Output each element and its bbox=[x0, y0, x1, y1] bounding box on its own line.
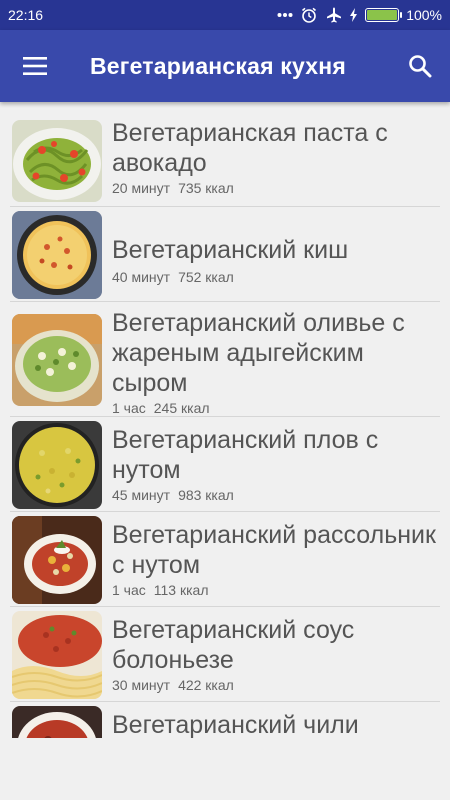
recipe-time: 1 час bbox=[112, 400, 146, 416]
recipe-thumbnail bbox=[12, 120, 102, 202]
recipe-thumbnail bbox=[12, 516, 102, 604]
recipe-title: Вегетарианская паста с авокадо bbox=[112, 119, 388, 177]
recipe-list-item[interactable]: Вегетарианская паста с авокадо 20 минут 7… bbox=[0, 102, 450, 206]
search-icon[interactable] bbox=[390, 30, 450, 102]
more-dots-icon bbox=[277, 12, 293, 18]
recipe-list-item[interactable]: Вегетарианский чили bbox=[0, 702, 450, 738]
recipe-calories: 245 ккал bbox=[153, 400, 210, 416]
charging-bolt-icon bbox=[350, 8, 358, 22]
recipe-calories: 983 ккал bbox=[178, 487, 234, 503]
recipe-meta: 40 минут 752 ккал bbox=[112, 269, 440, 285]
recipe-list-item[interactable]: Вегетарианский оливье с жареным адыгейск… bbox=[0, 302, 450, 416]
recipe-time: 45 минут bbox=[112, 487, 171, 503]
recipe-list-item[interactable]: Вегетарианский соус болоньезе 30 минут 42… bbox=[0, 607, 450, 701]
status-bar: 22:16 100% bbox=[0, 0, 450, 30]
recipe-meta: 1 час 113 ккал bbox=[112, 582, 440, 598]
app-bar: Вегетарианская кухня bbox=[0, 30, 450, 102]
recipe-calories: 735 ккал bbox=[178, 180, 234, 196]
recipe-time: 40 минут bbox=[112, 269, 171, 285]
recipe-title: Вегетарианский соус болоньезе bbox=[112, 616, 355, 674]
recipe-meta: 20 минут 735 ккал bbox=[112, 180, 440, 196]
recipe-time: 20 минут bbox=[112, 180, 171, 196]
recipe-time: 1 час bbox=[112, 582, 146, 598]
airplane-mode-icon bbox=[325, 6, 343, 24]
app-title: Вегетарианская кухня bbox=[90, 52, 346, 79]
battery-icon bbox=[365, 8, 403, 22]
recipe-calories: 422 ккал bbox=[178, 677, 234, 693]
recipe-thumbnail bbox=[12, 314, 102, 406]
recipe-title: Вегетарианский киш bbox=[112, 236, 349, 264]
recipe-time: 30 минут bbox=[112, 677, 171, 693]
recipe-thumbnail bbox=[12, 706, 102, 738]
recipe-title: Вегетарианский оливье с жареным адыгейск… bbox=[112, 309, 405, 397]
recipe-calories: 113 ккал bbox=[153, 582, 209, 598]
recipe-calories: 752 ккал bbox=[178, 269, 234, 285]
recipe-list-item[interactable]: Вегетарианский киш 40 минут 752 ккал bbox=[0, 207, 450, 301]
recipe-meta: 1 час 245 ккал bbox=[112, 400, 440, 416]
hamburger-menu-icon[interactable] bbox=[0, 30, 70, 102]
recipe-title: Вегетарианский рассольник с нутом bbox=[112, 521, 436, 579]
alarm-icon bbox=[300, 6, 318, 24]
recipe-thumbnail bbox=[12, 611, 102, 699]
recipe-thumbnail bbox=[12, 211, 102, 299]
recipe-list-item[interactable]: Вегетарианский рассольник с нутом 1 час 1… bbox=[0, 512, 450, 606]
recipe-list-item[interactable]: Вегетарианский плов с нутом 45 минут 983 … bbox=[0, 417, 450, 511]
battery-level bbox=[367, 10, 398, 20]
recipe-thumbnail bbox=[12, 421, 102, 509]
recipe-meta: 45 минут 983 ккал bbox=[112, 487, 440, 503]
status-icons: 100% bbox=[277, 6, 442, 24]
status-time: 22:16 bbox=[8, 7, 44, 23]
recipe-title: Вегетарианский плов с нутом bbox=[112, 426, 379, 484]
recipe-title: Вегетарианский чили bbox=[112, 711, 359, 738]
battery-percent: 100% bbox=[406, 7, 442, 23]
recipe-list[interactable]: Вегетарианская паста с авокадо 20 минут 7… bbox=[0, 102, 450, 738]
recipe-meta: 30 минут 422 ккал bbox=[112, 677, 440, 693]
